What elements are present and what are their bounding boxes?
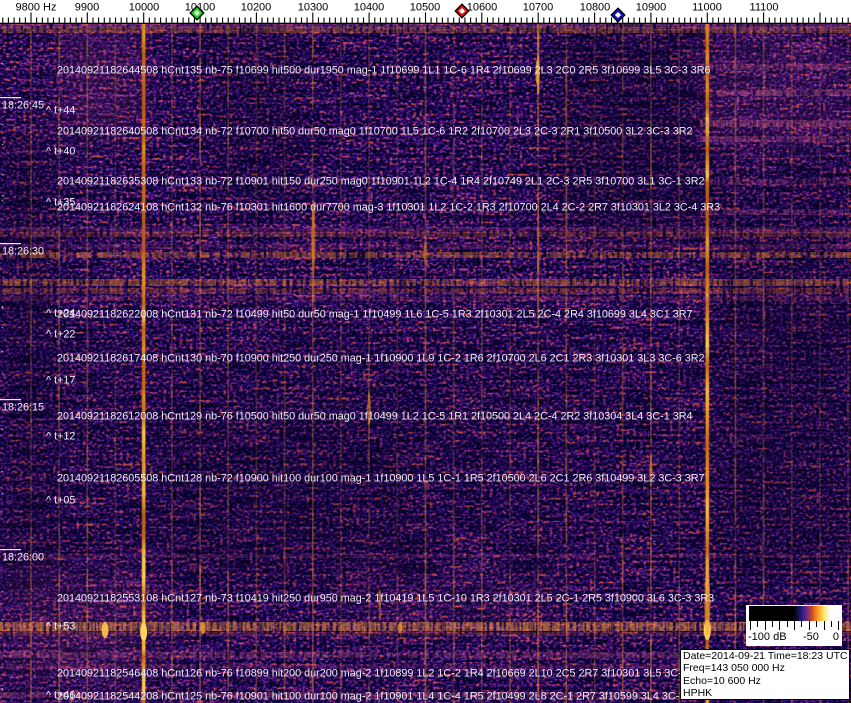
svg-text:10600: 10600 (467, 2, 498, 14)
svg-text:9900: 9900 (75, 2, 99, 14)
svg-text:`: ` (1, 306, 4, 318)
svg-text:^ t+22: ^ t+22 (46, 329, 75, 341)
svg-text:20140921182553108 hCnt127 nb-7: 20140921182553108 hCnt127 nb-73 f10419 h… (57, 593, 714, 605)
svg-text:20140921182635308 hCnt133 nb-7: 20140921182635308 hCnt133 nb-72 f10901 h… (57, 176, 705, 188)
svg-text:18:26:30: 18:26:30 (2, 246, 44, 258)
svg-text:20140921182617408 hCnt130 nb-7: 20140921182617408 hCnt130 nb-70 f10900 h… (57, 353, 705, 365)
svg-text:`: ` (1, 492, 4, 504)
svg-text:10200: 10200 (241, 2, 272, 14)
svg-text:`: ` (1, 173, 4, 185)
svg-text:10400: 10400 (354, 2, 385, 14)
svg-text:^ t+17: ^ t+17 (46, 375, 75, 387)
svg-text:18:26:45: 18:26:45 (2, 100, 44, 112)
svg-text:`: ` (1, 618, 4, 630)
svg-text:^ t+44: ^ t+44 (46, 105, 75, 117)
svg-text:18:26:00: 18:26:00 (2, 552, 44, 564)
svg-text:`: ` (1, 408, 4, 420)
svg-text:`: ` (1, 665, 4, 677)
svg-text:11000: 11000 (692, 2, 722, 14)
svg-text:10300: 10300 (298, 2, 329, 14)
svg-text:9800 Hz: 9800 Hz (16, 2, 57, 14)
svg-text:10500: 10500 (410, 2, 441, 14)
svg-text:`: ` (1, 123, 4, 135)
svg-text:`: ` (1, 688, 4, 700)
svg-text:20140921182605508 hCnt128 nb-7: 20140921182605508 hCnt128 nb-72 f10900 h… (57, 473, 705, 485)
svg-text:`: ` (1, 590, 4, 602)
svg-text:^ t+53: ^ t+53 (46, 621, 75, 633)
svg-text:`: ` (1, 372, 4, 384)
svg-text:`: ` (1, 326, 4, 338)
svg-text:20140921182544208 hCnt125 nb-7: 20140921182544208 hCnt125 nb-76 f10901 h… (57, 691, 708, 703)
svg-text:10900: 10900 (636, 2, 667, 14)
svg-text:`: ` (1, 143, 4, 155)
svg-text:^ t+12: ^ t+12 (46, 431, 75, 443)
svg-text:^ t+05: ^ t+05 (46, 495, 75, 507)
svg-text:`: ` (1, 62, 4, 74)
svg-text:10800: 10800 (580, 2, 611, 14)
svg-text:20140921182622008 hCnt131 nb-7: 20140921182622008 hCnt131 nb-72 f10499 h… (57, 309, 693, 321)
svg-text:^ t+40: ^ t+40 (46, 146, 75, 158)
svg-text:10700: 10700 (523, 2, 554, 14)
svg-text:`: ` (1, 470, 4, 482)
svg-text:20140921182640508 hCnt134 nb-7: 20140921182640508 hCnt134 nb-72 f10700 h… (57, 126, 693, 138)
svg-text:20140921182624108 hCnt132 nb-7: 20140921182624108 hCnt132 nb-76 f10301 h… (57, 202, 720, 214)
svg-text:20140921182644508 hCnt135 nb-7: 20140921182644508 hCnt135 nb-75 f10699 h… (57, 65, 711, 77)
svg-text:11100: 11100 (750, 2, 779, 14)
svg-text:`: ` (1, 102, 4, 114)
svg-text:`: ` (1, 350, 4, 362)
svg-text:`: ` (1, 199, 4, 211)
svg-text:10000: 10000 (129, 2, 160, 14)
svg-text:20140921182612008 hCnt129 nb-7: 20140921182612008 hCnt129 nb-76 f10500 h… (57, 411, 693, 423)
svg-text:20140921182546408 hCnt126 nb-7: 20140921182546408 hCnt126 nb-76 f10899 h… (57, 668, 711, 680)
svg-text:`: ` (1, 428, 4, 440)
svg-text:18:26:15: 18:26:15 (2, 402, 44, 414)
